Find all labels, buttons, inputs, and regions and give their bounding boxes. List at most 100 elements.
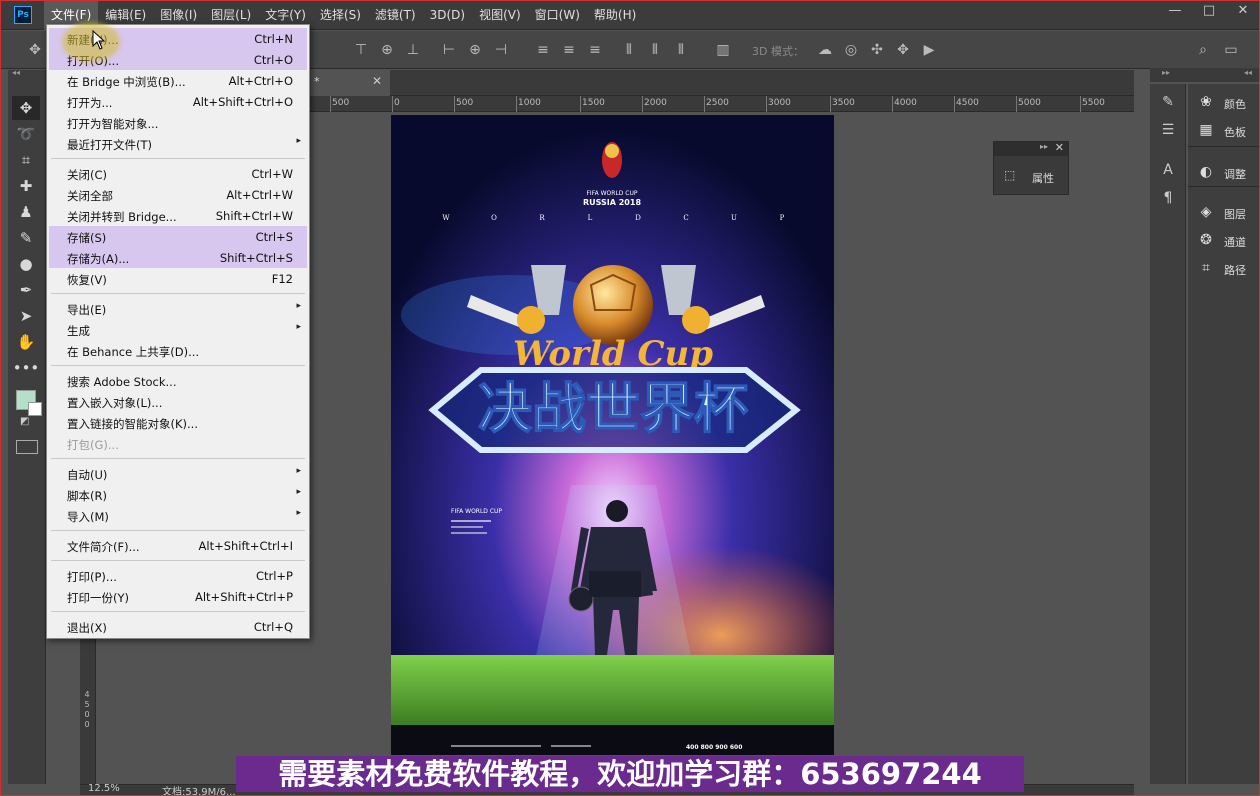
file-menu-item[interactable]: 置入嵌入对象(L)... <box>49 391 307 412</box>
file-menu-item[interactable]: 存储为(A)... Shift+Ctrl+S <box>49 247 307 268</box>
move-tool-option-icon[interactable]: ✥ <box>24 39 46 61</box>
ruler-label: 5500 <box>1082 98 1105 108</box>
panel-tab-layers[interactable]: ◈ 图层 <box>1188 198 1260 226</box>
mode-3d-label: 3D 模式： <box>752 45 804 58</box>
align-bottom-icon[interactable]: ⊥ <box>402 39 424 61</box>
properties-label[interactable]: 属性 <box>1032 170 1054 186</box>
document-tab[interactable]: * ✕ <box>310 70 390 96</box>
menu-item[interactable]: 窗口(W) <box>528 0 587 30</box>
panel-tab-grid[interactable]: ▦ 色板 <box>1188 116 1260 144</box>
align-right-icon[interactable]: ⊣ <box>490 39 512 61</box>
file-menu-item[interactable]: 恢复(V) F12 <box>49 268 307 289</box>
brush-settings-icon[interactable]: ☰ <box>1156 118 1180 142</box>
panel-label: 调整 <box>1224 168 1246 181</box>
file-menu-item[interactable]: 生成 ▸ <box>49 319 307 340</box>
file-menu-item[interactable]: 关闭并转到 Bridge... Shift+Ctrl+W <box>49 205 307 226</box>
distribute-top-icon[interactable]: ≡ <box>532 39 554 61</box>
healing-brush-icon[interactable]: ✚ <box>12 174 40 198</box>
distribute-left-icon[interactable]: ⫴ <box>618 39 640 61</box>
file-menu-item[interactable]: 退出(X) Ctrl+Q <box>49 616 307 637</box>
file-menu-item[interactable]: 打印(P)... Ctrl+P <box>49 565 307 586</box>
distribute-right-icon[interactable]: ⫴ <box>670 39 692 61</box>
document-canvas-poster[interactable]: FIFA WORLD CUP RUSSIA 2018 WORLDCUP Worl… <box>391 115 834 755</box>
panel-close-icon[interactable]: ✕ <box>1055 141 1064 154</box>
character-icon[interactable]: A <box>1156 158 1180 182</box>
file-menu-item[interactable]: 打开为智能对象... <box>49 112 307 133</box>
more-tools-icon[interactable]: ••• <box>12 356 40 380</box>
close-window-button[interactable]: ✕ <box>1226 0 1260 24</box>
paragraph-icon[interactable]: ¶ <box>1156 186 1180 210</box>
file-menu-item[interactable]: 文件简介(F)... Alt+Shift+Ctrl+I <box>49 535 307 556</box>
maximize-button[interactable]: □ <box>1192 0 1226 24</box>
file-menu-item[interactable]: 自动(U) ▸ <box>49 463 307 484</box>
menu-item[interactable]: 3D(D) <box>423 0 472 30</box>
workspace-icon[interactable]: ▭ <box>1220 39 1242 61</box>
file-menu-item[interactable]: 打开为... Alt+Shift+Ctrl+O <box>49 91 307 112</box>
menu-item[interactable]: 滤镜(T) <box>368 0 423 30</box>
file-menu-item[interactable]: 导入(M) ▸ <box>49 505 307 526</box>
file-menu-item[interactable]: 关闭(C) Ctrl+W <box>49 163 307 184</box>
panel-tab-palette[interactable]: ❀ 颜色 <box>1188 88 1260 116</box>
pen-tool-icon[interactable]: ✒ <box>12 278 40 302</box>
camera-3d-icon[interactable]: ▶ <box>918 39 940 61</box>
document-size[interactable]: 文档:53.9M/6... <box>162 783 236 796</box>
pan-3d-icon[interactable]: ✣ <box>866 39 888 61</box>
file-menu-item[interactable]: 导出(E) ▸ <box>49 298 307 319</box>
file-menu-item[interactable]: 脚本(R) ▸ <box>49 484 307 505</box>
reset-colors-icon[interactable]: ◩ <box>20 416 29 427</box>
ruler-tick <box>516 96 517 112</box>
auto-align-icon[interactable]: ▥ <box>712 39 734 61</box>
menu-item[interactable]: 帮助(H) <box>587 0 643 30</box>
search-icon[interactable]: ⌕ <box>1192 39 1214 61</box>
dock-collapse-icon[interactable]: ◂◂ <box>1244 68 1252 77</box>
distribute-vcenter-icon[interactable]: ≡ <box>558 39 580 61</box>
file-menu-item[interactable]: 搜索 Adobe Stock... <box>49 370 307 391</box>
align-vcenter-icon[interactable]: ⊕ <box>376 39 398 61</box>
file-menu-item[interactable]: 在 Bridge 中浏览(B)... Alt+Ctrl+O <box>49 70 307 91</box>
eraser-tool-icon[interactable]: ✎ <box>12 226 40 250</box>
properties-panel-header[interactable]: ▸▸ ✕ <box>994 141 1068 156</box>
toolbar-collapse-icon[interactable]: ◂◂ <box>12 68 20 77</box>
background-color-swatch[interactable] <box>28 402 42 416</box>
world-cup-letter: L <box>588 214 593 222</box>
menu-item-label: 打开为... <box>67 96 113 110</box>
properties-icon[interactable]: ⬚ <box>1004 168 1015 182</box>
panel-tab-paths[interactable]: ⌗ 路径 <box>1188 254 1260 282</box>
roll-3d-icon[interactable]: ◎ <box>840 39 862 61</box>
hand-tool-icon[interactable]: ✋ <box>12 330 40 354</box>
lasso-tool-icon[interactable]: ➰ <box>12 122 40 146</box>
stamp-tool-icon[interactable]: ♟ <box>12 200 40 224</box>
file-menu-item[interactable]: 置入链接的智能对象(K)... <box>49 412 307 433</box>
file-menu-item[interactable]: 存储(S) Ctrl+S <box>49 226 307 247</box>
zoom-level[interactable]: 12.5% <box>88 783 120 794</box>
slide-3d-icon[interactable]: ✥ <box>892 39 914 61</box>
brush-preset-icon[interactable]: ✎ <box>1156 90 1180 114</box>
panel-expand-icon[interactable]: ▸▸ <box>1040 142 1048 151</box>
file-menu-item[interactable]: 关闭全部 Alt+Ctrl+W <box>49 184 307 205</box>
crop-tool-icon[interactable]: ⌗ <box>12 148 40 172</box>
panel-tab-adjust[interactable]: ◐ 调整 <box>1188 158 1260 186</box>
distribute-hcenter-icon[interactable]: ⫴ <box>644 39 666 61</box>
dock-expand-icon[interactable]: ▸▸ <box>1162 68 1170 77</box>
menu-item[interactable]: 选择(S) <box>313 0 368 30</box>
menu-separator <box>51 293 305 294</box>
quick-mask-icon[interactable] <box>16 440 38 454</box>
orbit-3d-icon[interactable]: ☁ <box>814 39 836 61</box>
menu-item-label: 打印一份(Y) <box>67 591 129 605</box>
align-hcenter-icon[interactable]: ⊕ <box>464 39 486 61</box>
blur-tool-icon[interactable]: ● <box>12 252 40 276</box>
file-menu-item[interactable]: 在 Behance 上共享(D)... <box>49 340 307 361</box>
move-tool-icon[interactable]: ✥ <box>12 96 40 120</box>
align-left-icon[interactable]: ⊢ <box>438 39 460 61</box>
ps-logo-icon[interactable]: Ps <box>14 6 32 24</box>
panel-tab-channels[interactable]: ❂ 通道 <box>1188 226 1260 254</box>
distribute-bottom-icon[interactable]: ≡ <box>584 39 606 61</box>
path-select-icon[interactable]: ➤ <box>12 304 40 328</box>
menu-item[interactable]: 视图(V) <box>472 0 528 30</box>
align-top-icon[interactable]: ⊤ <box>350 39 372 61</box>
properties-panel: ▸▸ ✕ ⬚ 属性 <box>993 141 1069 195</box>
file-menu-item[interactable]: 打印一份(Y) Alt+Shift+Ctrl+P <box>49 586 307 607</box>
minimize-button[interactable]: — <box>1158 0 1192 24</box>
file-menu-item[interactable]: 最近打开文件(T) ▸ <box>49 133 307 154</box>
close-tab-icon[interactable]: ✕ <box>372 74 382 88</box>
